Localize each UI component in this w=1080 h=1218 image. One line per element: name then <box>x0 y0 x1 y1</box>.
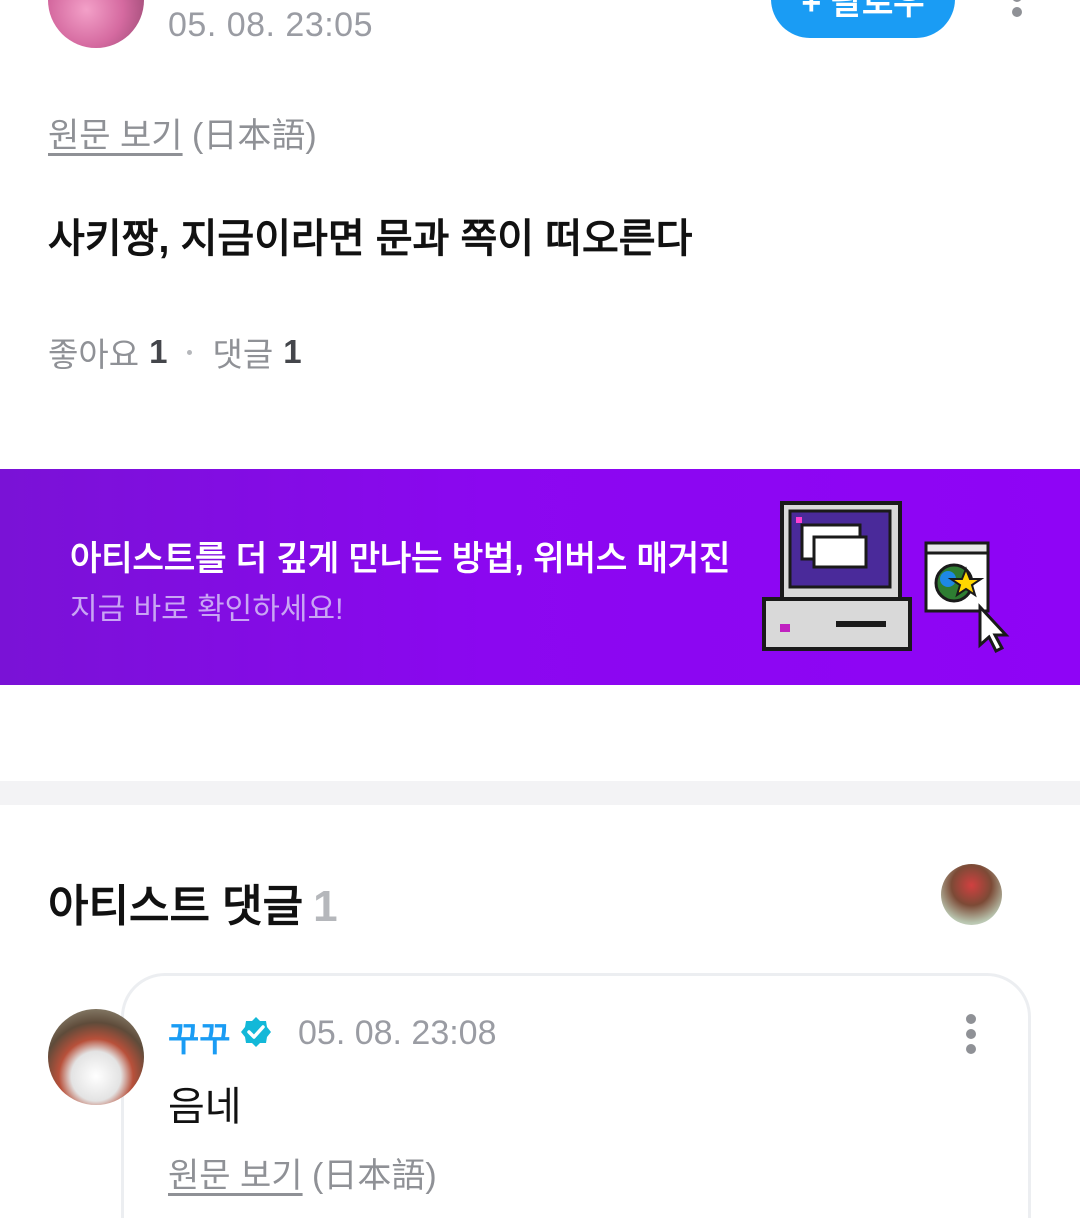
comment-original-language: (日本語) <box>312 1157 437 1195</box>
comments-label[interactable]: 댓글 <box>212 328 273 376</box>
artist-comments-heading: 아티스트 댓글 1 <box>48 870 338 934</box>
banner-subtitle: 지금 바로 확인하세요! <box>70 593 344 626</box>
comment-view-original-link[interactable]: 원문 보기 <box>168 1157 303 1195</box>
artist-comments-count: 1 <box>313 882 338 931</box>
follow-button[interactable]: + 팔로우 <box>771 0 955 38</box>
banner-title: 아티스트를 더 깊게 만나는 방법, 위버스 매거진 <box>70 540 731 578</box>
likes-label[interactable]: 좋아요 <box>48 328 139 376</box>
verified-badge-icon <box>241 1017 271 1047</box>
author-avatar[interactable] <box>48 0 144 48</box>
retro-computer-icon <box>762 501 1010 654</box>
original-language: (日本語) <box>192 117 317 155</box>
comments-count: 1 <box>283 333 302 370</box>
magazine-banner[interactable]: 아티스트를 더 깊게 만나는 방법, 위버스 매거진 지금 바로 확인하세요! <box>0 469 1080 685</box>
original-text-row: 원문 보기 (日本語) <box>48 108 317 157</box>
comment-timestamp: 05. 08. 23:08 <box>298 1014 497 1052</box>
post-content: 사키짱, 지금이라면 문과 쪽이 떠오른다 <box>48 217 693 261</box>
more-options-icon[interactable] <box>1004 0 1030 32</box>
artist-comments-title: 아티스트 댓글 <box>48 882 304 931</box>
post-stats: 좋아요 1 댓글 1 <box>48 328 302 376</box>
commenter-name[interactable]: 꾸꾸 <box>168 1012 231 1061</box>
post-detail-page: 05. 08. 23:05 + 팔로우 원문 보기 (日本語) 사키짱, 지금이… <box>0 0 1080 1218</box>
likes-count: 1 <box>149 333 168 370</box>
view-original-link[interactable]: 원문 보기 <box>48 117 183 155</box>
artist-avatar[interactable] <box>941 864 1002 925</box>
section-divider <box>0 781 1080 805</box>
comment-text: 음네 <box>168 1085 242 1129</box>
comment-original-row: 원문 보기 (日本語) <box>168 1148 437 1197</box>
comment-more-icon[interactable] <box>958 1014 984 1054</box>
post-timestamp: 05. 08. 23:05 <box>168 6 374 44</box>
stats-separator <box>187 349 193 355</box>
commenter-avatar[interactable] <box>48 1009 144 1105</box>
